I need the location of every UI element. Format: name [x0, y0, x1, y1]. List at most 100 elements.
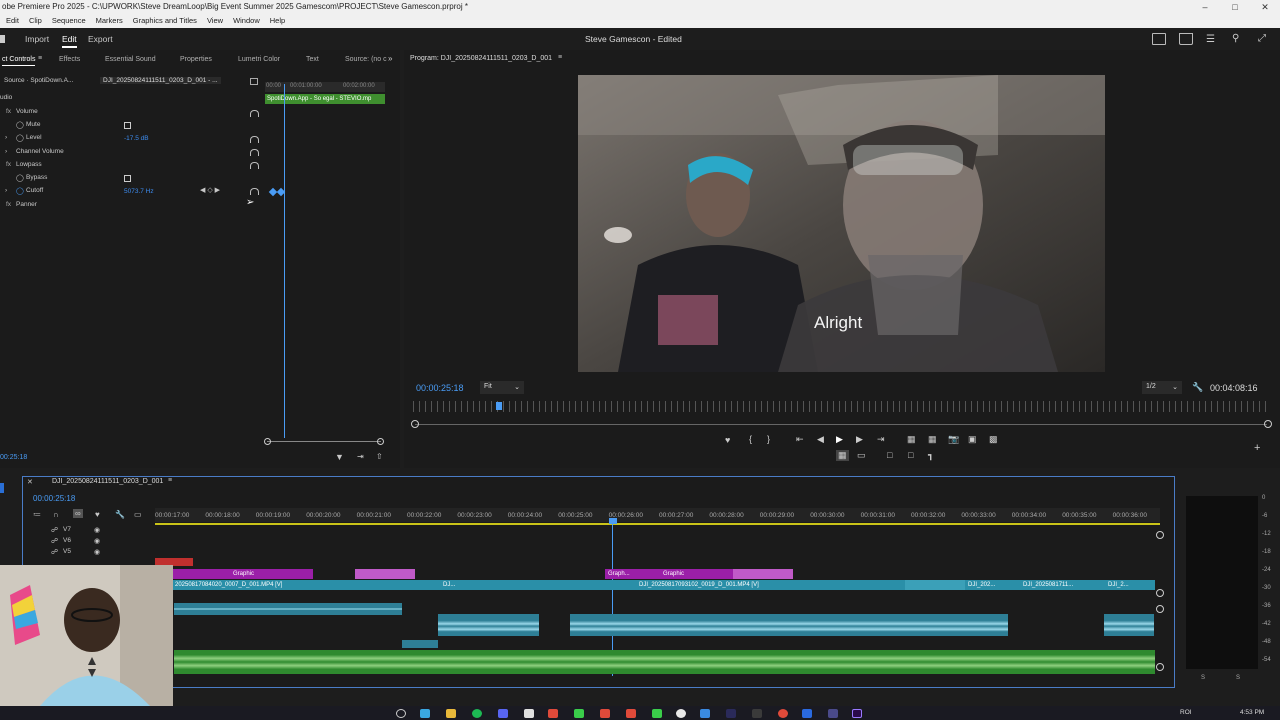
- timeline-timecode[interactable]: 00:00:25:18: [33, 494, 75, 503]
- extract-icon[interactable]: □: [908, 450, 913, 460]
- overwrite-icon[interactable]: ▦: [928, 434, 937, 445]
- clip-video[interactable]: 2025081708402​0_0007_D_001.MP4 [V]: [172, 580, 440, 590]
- reset-icon[interactable]: [250, 136, 259, 143]
- settings-wrench-icon[interactable]: 🔧: [115, 510, 125, 519]
- clip-graphic[interactable]: Graphic: [660, 569, 733, 579]
- clip-video[interactable]: [905, 580, 965, 590]
- tab-essential-sound[interactable]: Essential Sound: [105, 56, 156, 63]
- work-area-bar[interactable]: [155, 523, 1160, 525]
- tab-text[interactable]: Text: [306, 56, 319, 63]
- safe-margins-icon[interactable]: ▦: [836, 450, 849, 461]
- chrome-icon[interactable]: [676, 709, 686, 718]
- tab-export[interactable]: Export: [88, 34, 113, 44]
- ec-mini-clip[interactable]: SpotiDown.App - So egal - STEVIO.mp: [265, 94, 385, 104]
- multicam-icon[interactable]: ▩: [989, 434, 998, 445]
- clip-video[interactable]: DJI_20250817093102_0019_D_001.MP4 [V]: [600, 580, 905, 590]
- share-icon[interactable]: [1179, 33, 1193, 45]
- clock[interactable]: 4:53 PM: [1240, 709, 1264, 716]
- program-timecode[interactable]: 00:00:25:18: [416, 383, 464, 393]
- proxy-icon[interactable]: ▭: [857, 450, 866, 461]
- panel-menu-icon[interactable]: ≡: [168, 477, 172, 484]
- app-icon[interactable]: [574, 709, 584, 718]
- compare-icon[interactable]: ▣: [968, 434, 977, 445]
- go-to-in-icon[interactable]: ⇤: [796, 434, 804, 445]
- level-value[interactable]: -17.5 dB: [124, 135, 149, 142]
- app-icon[interactable]: [600, 709, 610, 718]
- add-button-icon[interactable]: +: [1254, 442, 1260, 454]
- scroll-handle[interactable]: [1156, 663, 1164, 671]
- menu-markers[interactable]: Markers: [96, 14, 123, 28]
- reset-icon[interactable]: [250, 110, 259, 117]
- tab-effect-controls[interactable]: ct Controls: [2, 56, 36, 66]
- export-frame-icon[interactable]: 📷: [948, 434, 959, 445]
- clip-music-audio[interactable]: [174, 650, 1155, 674]
- keyframe-nav-icon[interactable]: ◀ ◇ ▶: [200, 186, 220, 194]
- ec-zoom-bar[interactable]: [267, 441, 381, 442]
- menu-clip[interactable]: Clip: [29, 14, 42, 28]
- step-back-icon[interactable]: ◀: [817, 434, 824, 445]
- clip-audio[interactable]: [1104, 614, 1154, 636]
- go-to-out-icon[interactable]: ⇥: [877, 434, 885, 445]
- wrench-icon[interactable]: 🔧: [1192, 382, 1203, 393]
- clip-graphic[interactable]: [355, 569, 415, 579]
- export-clip-icon[interactable]: ⇧: [376, 452, 383, 461]
- app-icon[interactable]: [752, 709, 762, 718]
- menu-lines-icon[interactable]: ☰: [1206, 34, 1215, 45]
- taskview-icon[interactable]: [420, 709, 430, 718]
- timeline-playhead-head[interactable]: [609, 518, 617, 524]
- app-icon[interactable]: [652, 709, 662, 718]
- mark-out-icon[interactable]: }: [767, 434, 770, 444]
- eye-icon[interactable]: ◉: [94, 526, 100, 534]
- app-icon[interactable]: [548, 709, 558, 718]
- stopwatch-icon[interactable]: ◯: [16, 134, 24, 142]
- reset-icon[interactable]: [250, 149, 259, 156]
- clip-video[interactable]: DJI_202...: [965, 580, 1020, 590]
- lift-icon[interactable]: □: [887, 450, 892, 460]
- program-playhead[interactable]: [496, 402, 502, 410]
- program-zoom-bar[interactable]: [415, 424, 1267, 425]
- stopwatch-active-icon[interactable]: ◯: [16, 187, 24, 195]
- lock-icon[interactable]: ☍: [51, 537, 58, 545]
- language-indicator[interactable]: ROI: [1180, 709, 1192, 716]
- menu-window[interactable]: Window: [233, 14, 260, 28]
- scroll-handle[interactable]: [1156, 605, 1164, 613]
- menu-edit[interactable]: Edit: [6, 14, 19, 28]
- sequence-clip-label[interactable]: DJI_20250824111511_0203_D_001 - ...: [100, 77, 221, 84]
- source-clip-label[interactable]: Source · SpotiDown.A...: [4, 77, 73, 84]
- snap-tool-icon[interactable]: ≔: [33, 510, 41, 519]
- expand-chevron-icon[interactable]: ›: [5, 187, 7, 194]
- expand-chevron-icon[interactable]: ›: [5, 134, 7, 141]
- eye-icon[interactable]: ◉: [94, 548, 100, 556]
- premiere-icon[interactable]: [852, 709, 862, 718]
- close-window-button[interactable]: ✕: [1250, 0, 1280, 14]
- clip-audio[interactable]: [570, 614, 1008, 636]
- magnet-icon[interactable]: ∩: [53, 510, 59, 519]
- solo-button[interactable]: S: [1201, 675, 1205, 681]
- ec-playhead[interactable]: [284, 84, 285, 438]
- lock-icon[interactable]: ☍: [51, 526, 58, 534]
- program-video-frame[interactable]: Alright: [578, 75, 1105, 372]
- filter-icon[interactable]: ▼: [335, 452, 344, 462]
- tab-import[interactable]: Import: [25, 34, 49, 44]
- program-scrubber[interactable]: [413, 401, 1268, 412]
- tab-lumetri-color[interactable]: Lumetri Color: [238, 56, 280, 63]
- mute-checkbox[interactable]: [124, 122, 131, 129]
- spotify-icon[interactable]: [472, 709, 482, 718]
- lowpass-label[interactable]: Lowpass: [16, 161, 42, 168]
- captions-icon[interactable]: ▭: [134, 510, 142, 519]
- menu-sequence[interactable]: Sequence: [52, 14, 86, 28]
- cutoff-value[interactable]: 5073.7 Hz: [124, 188, 154, 195]
- reset-icon[interactable]: [250, 162, 259, 169]
- step-forward-icon[interactable]: ▶: [856, 434, 863, 445]
- app-icon[interactable]: [802, 709, 812, 718]
- tab-edit[interactable]: Edit: [62, 34, 77, 48]
- maximize-button[interactable]: □: [1220, 0, 1250, 14]
- clip-audio[interactable]: [174, 603, 402, 615]
- solo-button[interactable]: S: [1236, 675, 1240, 681]
- eye-icon[interactable]: ◉: [94, 537, 100, 545]
- app-icon[interactable]: [700, 709, 710, 718]
- minimize-button[interactable]: –: [1190, 0, 1220, 14]
- insert-icon[interactable]: ▦: [907, 434, 916, 445]
- scroll-handle[interactable]: [1156, 589, 1164, 597]
- search-icon[interactable]: ⚲: [1232, 33, 1239, 44]
